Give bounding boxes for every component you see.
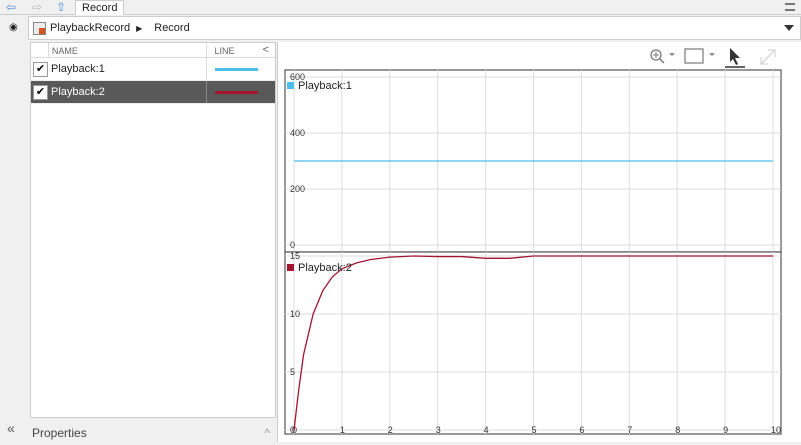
maximize-icon[interactable] bbox=[760, 49, 776, 65]
plot-area: 0 200 400 600 Playback:1 0 5 10 15 0 1 2 3 4 5 6 7 8 9 10 Pl… bbox=[277, 42, 801, 442]
collapse-properties-icon[interactable]: ^ bbox=[264, 426, 270, 440]
y-tick-label: 10 bbox=[290, 309, 300, 319]
line-swatch[interactable] bbox=[214, 90, 258, 94]
back-icon[interactable]: ⇦ bbox=[2, 0, 20, 15]
signal-name: Playback:1 bbox=[51, 63, 105, 75]
navigation-bar: ⇦ ⇨ ⇧ Record bbox=[0, 0, 801, 15]
left-strip: ◉ « bbox=[0, 16, 28, 442]
breadcrumb-root[interactable]: PlaybackRecord bbox=[50, 22, 130, 34]
x-tick-label: 1 bbox=[340, 425, 345, 435]
cursor-icon[interactable] bbox=[725, 48, 745, 68]
menu-icon[interactable] bbox=[785, 3, 795, 11]
breadcrumb: PlaybackRecord ▶ Record bbox=[28, 16, 801, 40]
checkbox[interactable]: ✔ bbox=[33, 61, 48, 77]
y-tick-label: 200 bbox=[290, 184, 305, 194]
hide-panel-icon[interactable]: ◉ bbox=[9, 22, 18, 33]
legend-swatch bbox=[287, 264, 294, 271]
x-tick-label: 3 bbox=[436, 425, 441, 435]
x-tick-label: 6 bbox=[579, 425, 584, 435]
up-icon[interactable]: ⇧ bbox=[52, 0, 70, 15]
list-item[interactable]: ✔ Playback:2 bbox=[31, 81, 275, 104]
x-tick-label: 10 bbox=[771, 425, 781, 435]
dropdown-icon[interactable] bbox=[784, 25, 794, 31]
model-icon bbox=[33, 21, 46, 35]
zoom-in-icon[interactable] bbox=[650, 49, 675, 64]
x-tick-label: 7 bbox=[627, 425, 632, 435]
expand-icon[interactable]: « bbox=[7, 420, 15, 436]
properties-panel[interactable]: Properties ^ bbox=[28, 420, 276, 442]
legend-label: Playback:1 bbox=[298, 80, 352, 92]
legend-label: Playback:2 bbox=[298, 262, 352, 274]
line-header-label: LINE bbox=[214, 46, 235, 56]
list-header: NAME LINE < bbox=[31, 43, 275, 58]
properties-label: Properties bbox=[32, 426, 87, 440]
x-tick-label: 8 bbox=[675, 425, 680, 435]
breadcrumb-separator-icon: ▶ bbox=[136, 23, 143, 33]
forward-icon[interactable]: ⇨ bbox=[28, 0, 46, 15]
line-header[interactable]: LINE < bbox=[205, 43, 275, 57]
legend-swatch bbox=[287, 82, 294, 89]
line-swatch[interactable] bbox=[214, 67, 258, 71]
y-tick-label: 15 bbox=[290, 251, 300, 261]
y-tick-label: 5 bbox=[290, 367, 295, 377]
x-tick-label: 9 bbox=[723, 425, 728, 435]
y-tick-label: 400 bbox=[290, 128, 305, 138]
name-header[interactable]: NAME bbox=[47, 43, 206, 57]
x-tick-label: 2 bbox=[388, 425, 393, 435]
signal-name: Playback:2 bbox=[51, 86, 105, 98]
tab-record[interactable]: Record bbox=[75, 0, 125, 15]
list-item[interactable]: ✔ Playback:1 bbox=[31, 58, 275, 81]
x-tick-label: 5 bbox=[532, 425, 537, 435]
collapse-icon[interactable]: < bbox=[263, 44, 269, 56]
checkbox[interactable]: ✔ bbox=[33, 84, 48, 100]
breadcrumb-child[interactable]: Record bbox=[154, 22, 189, 34]
y-tick-label: 0 bbox=[290, 240, 295, 250]
signal-list: NAME LINE < ✔ Playback:1 ✔ Playback:2 bbox=[30, 42, 276, 418]
fit-to-view-icon[interactable] bbox=[684, 48, 715, 64]
x-tick-label: 4 bbox=[484, 425, 489, 435]
